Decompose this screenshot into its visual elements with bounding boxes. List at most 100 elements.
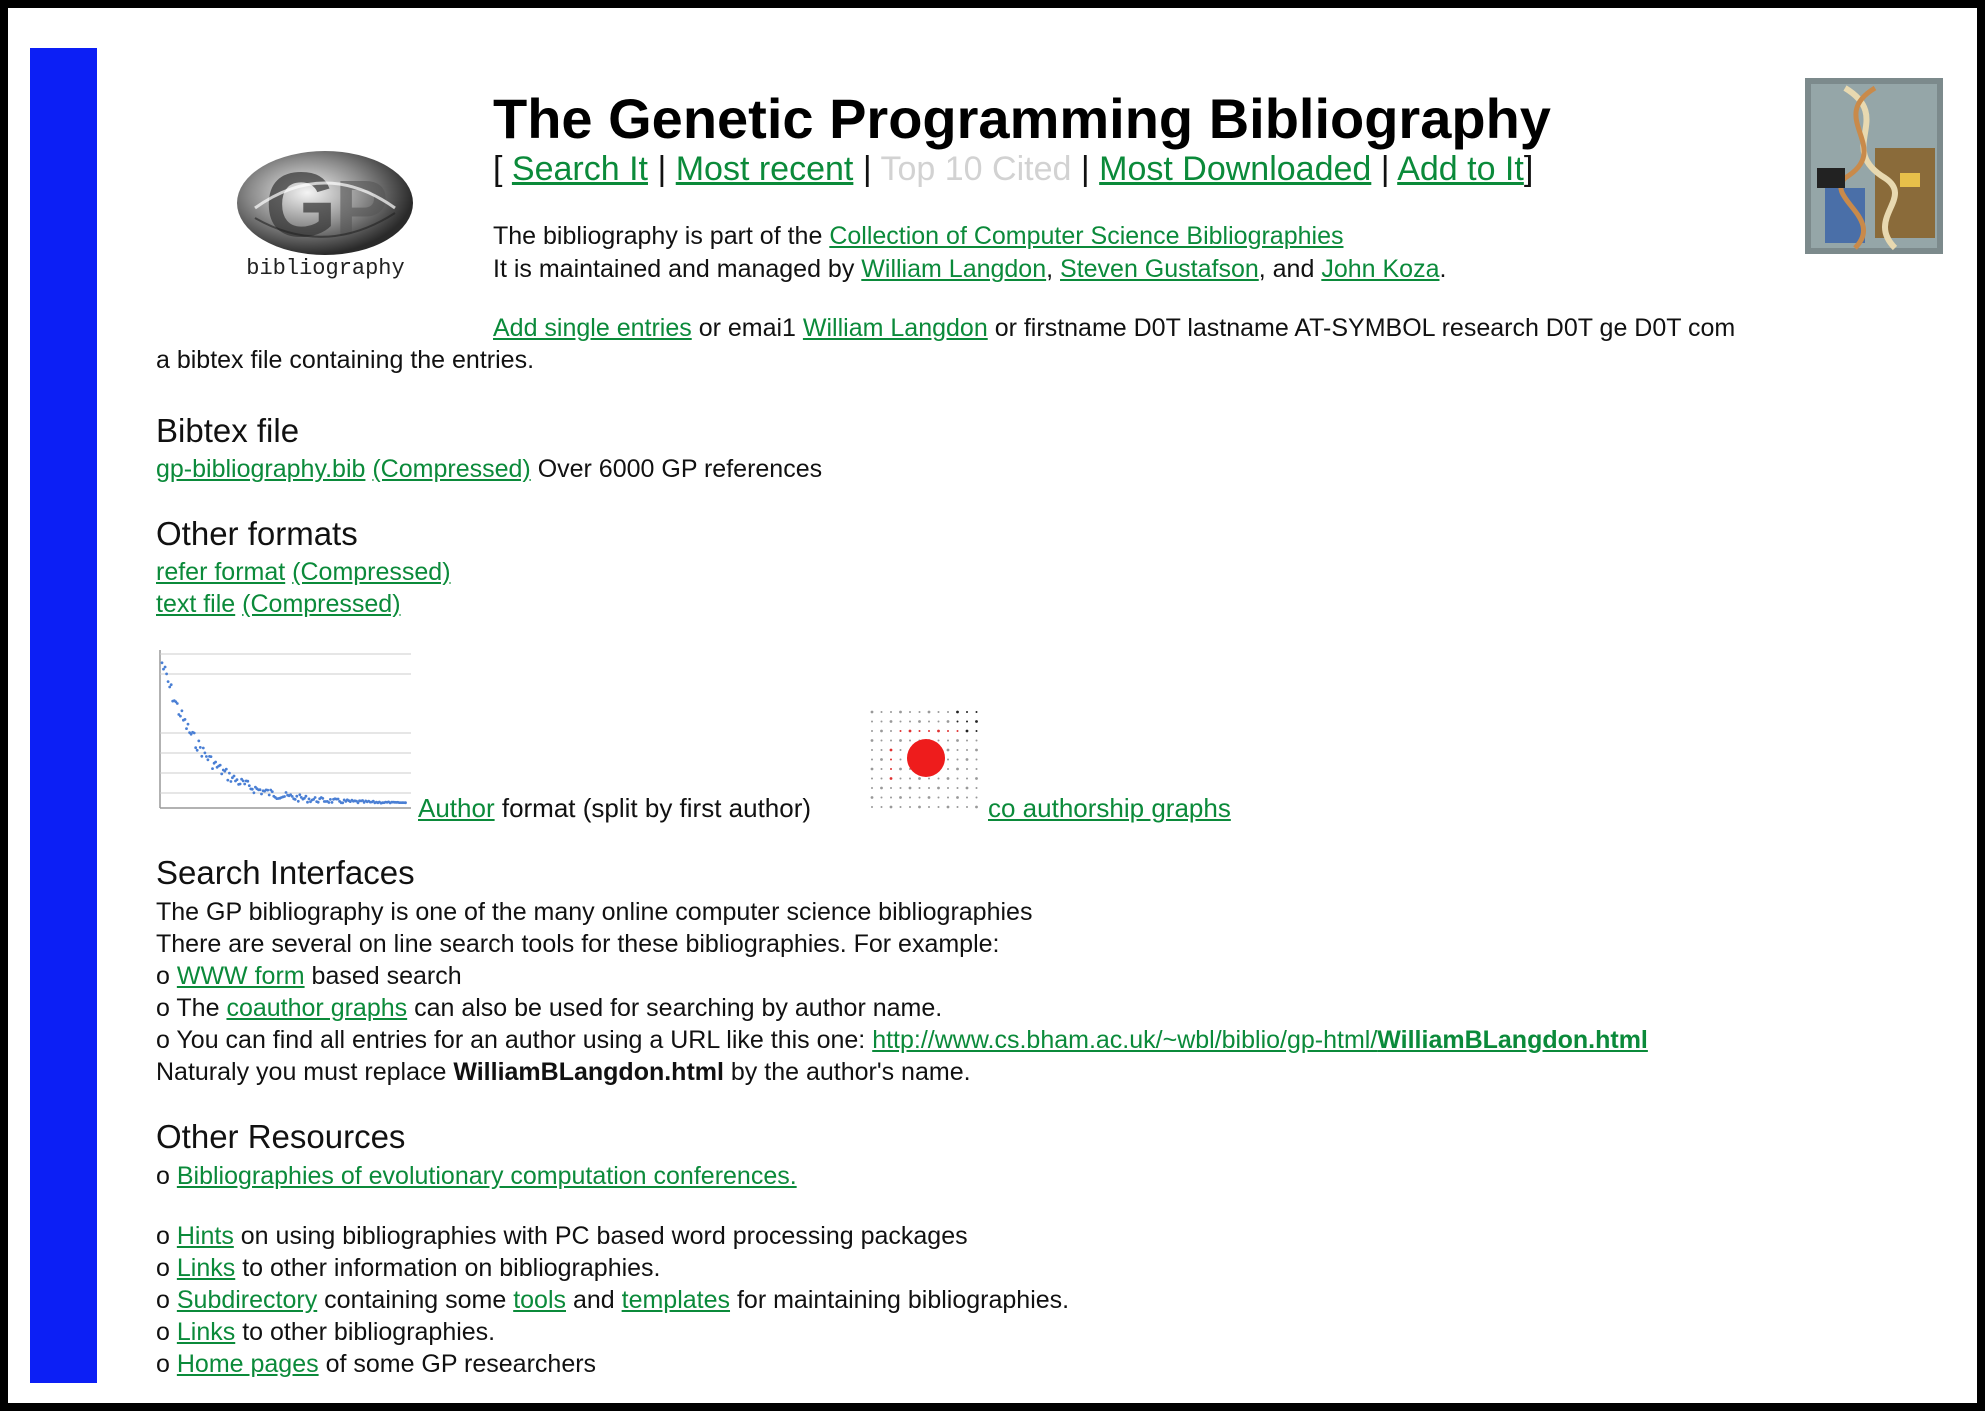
- bibtex-heading: Bibtex file: [156, 412, 300, 449]
- resource-text: to other information on bibliographies.: [242, 1254, 661, 1282]
- resource-text: on using bibliographies with PC based wo…: [240, 1222, 968, 1250]
- nav-separator: |: [657, 150, 667, 188]
- hints-link[interactable]: Hints: [177, 1222, 234, 1250]
- intro-text-1: The bibliography is part of the: [493, 222, 823, 250]
- resource-item-hints: o Hints on using bibliographies with PC …: [156, 1222, 968, 1251]
- templates-link[interactable]: templates: [622, 1286, 730, 1314]
- add-entries-line-2: a bibtex file containing the entries.: [156, 346, 535, 374]
- other-resources-heading: Other Resources: [156, 1118, 406, 1155]
- resource-text: containing some: [324, 1286, 507, 1314]
- refer-compressed-link[interactable]: (Compressed): [292, 558, 450, 586]
- comma: ,: [1046, 255, 1054, 283]
- author-url-base: http://www.cs.bham.ac.uk/~wbl/biblio/gp-…: [872, 1026, 1378, 1054]
- search-text-1: The GP bibliography is one of the many o…: [156, 898, 1033, 926]
- text-compressed-link[interactable]: (Compressed): [242, 590, 400, 618]
- nav-separator: |: [862, 150, 872, 188]
- email-langdon-link[interactable]: William Langdon: [803, 314, 988, 342]
- nav-open-bracket: [: [493, 150, 503, 188]
- bullet: o: [156, 994, 170, 1022]
- intro-text-2: It is maintained and managed by: [493, 255, 855, 283]
- maintainer-langdon-link[interactable]: William Langdon: [861, 255, 1046, 283]
- resource-item-subdirectory: o Subdirectory containing some tools and…: [156, 1286, 1069, 1315]
- bullet: o: [156, 1318, 170, 1346]
- coauthor-graphs-link[interactable]: coauthor graphs: [226, 994, 407, 1022]
- resource-text: for maintaining bibliographies.: [736, 1286, 1070, 1314]
- add-text: or emai1: [698, 314, 796, 342]
- top-nav: [ Search It | Most recent | Top 10 Cited…: [493, 150, 1533, 189]
- nav-separator: |: [1380, 150, 1390, 188]
- nav-top-10-cited: Top 10 Cited: [880, 150, 1072, 188]
- search-item-url: o You can find all entries for an author…: [156, 1026, 1648, 1055]
- bullet: o: [156, 1222, 170, 1250]
- maintainer-gustafson-link[interactable]: Steven Gustafson: [1060, 255, 1259, 283]
- search-item-replace: Naturaly you must replace WilliamBLangdo…: [156, 1058, 971, 1087]
- refer-format-link[interactable]: refer format: [156, 558, 285, 586]
- resource-item-home-pages: o Home pages of some GP researchers: [156, 1350, 596, 1379]
- tools-link[interactable]: tools: [513, 1286, 566, 1314]
- bullet: o: [156, 1162, 170, 1190]
- bullet: o: [156, 1026, 170, 1054]
- and-text: , and: [1258, 255, 1315, 283]
- nav-search-it[interactable]: Search It: [512, 150, 648, 188]
- add-text: or firstname D0T lastname AT-SYMBOL rese…: [994, 314, 1736, 342]
- bibtex-line: gp-bibliography.bib (Compressed) Over 60…: [156, 455, 822, 484]
- svg-text:P: P: [335, 164, 388, 253]
- refer-format-line: refer format (Compressed): [156, 558, 451, 587]
- add-single-entries-link[interactable]: Add single entries: [493, 314, 692, 342]
- collection-link[interactable]: Collection of Computer Science Bibliogra…: [829, 222, 1343, 250]
- add-entries-line: Add single entries or emai1 William Lang…: [493, 314, 1735, 343]
- search-interfaces-heading: Search Interfaces: [156, 854, 415, 891]
- author-url-bold: WilliamBLangdon.html: [1377, 1026, 1648, 1054]
- bullet: o: [156, 1350, 170, 1378]
- nav-most-downloaded[interactable]: Most Downloaded: [1099, 150, 1371, 188]
- nav-separator: |: [1080, 150, 1090, 188]
- resource-item-links-bibs: o Links to other bibliographies.: [156, 1318, 495, 1347]
- coauthorship-line: co authorship graphs: [988, 793, 1231, 824]
- author-format-text: format (split by first author): [501, 793, 812, 823]
- nav-close-bracket: ]: [1523, 150, 1534, 188]
- nav-most-recent[interactable]: Most recent: [676, 150, 854, 188]
- resource-item-links-info: o Links to other information on bibliogr…: [156, 1254, 661, 1283]
- bibtex-compressed-link[interactable]: (Compressed): [372, 455, 530, 483]
- text-file-link[interactable]: text file: [156, 590, 235, 618]
- nav-add-to-it[interactable]: Add to It: [1397, 150, 1524, 188]
- search-item-text: can also be used for searching by author…: [414, 994, 943, 1022]
- page: G P bibliography The Genetic Programming…: [8, 8, 1977, 1403]
- resource-text: to other bibliographies.: [242, 1318, 496, 1346]
- bullet: o: [156, 962, 170, 990]
- gp-logo: G P bibliography: [213, 138, 438, 298]
- dna-thumbnail-image[interactable]: [1805, 78, 1943, 254]
- svg-text:G: G: [265, 154, 337, 256]
- author-distribution-thumbnail[interactable]: [158, 648, 413, 810]
- search-item-coauthor: o The coauthor graphs can also be used f…: [156, 994, 942, 1023]
- left-sidebar-bar: [30, 48, 97, 1383]
- resource-text: of some GP researchers: [325, 1350, 597, 1378]
- author-url-link[interactable]: http://www.cs.bham.ac.uk/~wbl/biblio/gp-…: [872, 1026, 1648, 1054]
- other-formats-heading: Other formats: [156, 515, 358, 552]
- coauthorship-graphs-link[interactable]: co authorship graphs: [988, 793, 1231, 823]
- gp-logo-icon: G P: [237, 151, 413, 256]
- page-title: The Genetic Programming Bibliography: [493, 87, 1551, 150]
- www-form-link[interactable]: WWW form: [177, 962, 305, 990]
- search-item-text: Naturaly you must replace: [156, 1058, 447, 1086]
- author-format-link[interactable]: Author: [418, 793, 495, 823]
- conferences-link[interactable]: Bibliographies of evolutionary computati…: [177, 1162, 797, 1190]
- author-format-line: Author format (split by first author): [418, 793, 811, 824]
- resource-text: and: [572, 1286, 615, 1314]
- bullet: o: [156, 1286, 170, 1314]
- search-item-text: The: [176, 994, 220, 1022]
- search-item-text: by the author's name.: [730, 1058, 971, 1086]
- maintainer-koza-link[interactable]: John Koza: [1321, 255, 1439, 283]
- replace-bold: WilliamBLangdon.html: [453, 1058, 724, 1086]
- links-info-link[interactable]: Links: [177, 1254, 235, 1282]
- logo-caption: bibliography: [246, 256, 405, 281]
- links-bibs-link[interactable]: Links: [177, 1318, 235, 1346]
- home-pages-link[interactable]: Home pages: [177, 1350, 319, 1378]
- bullet: o: [156, 1254, 170, 1282]
- bibtex-file-link[interactable]: gp-bibliography.bib: [156, 455, 365, 483]
- search-item-text: based search: [311, 962, 462, 990]
- coauthorship-graph-thumbnail[interactable]: [866, 706, 984, 816]
- search-text-2: There are several on line search tools f…: [156, 930, 1000, 958]
- intro-text: The bibliography is part of the Collecti…: [493, 220, 1446, 286]
- subdirectory-link[interactable]: Subdirectory: [177, 1286, 317, 1314]
